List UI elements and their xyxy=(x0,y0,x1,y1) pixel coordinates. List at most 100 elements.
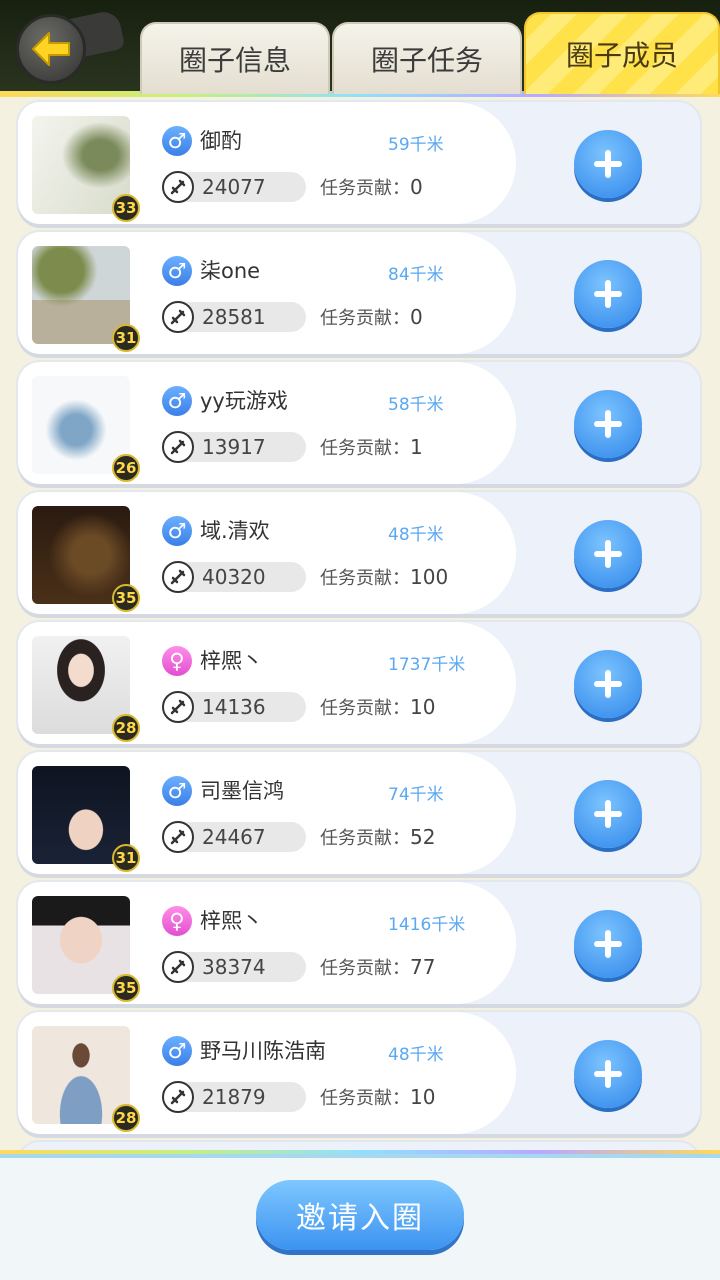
member-card[interactable]: 28 ♂ 野马川陈浩南 48千米 21879 任务贡献：10 xyxy=(18,1012,700,1134)
sword-icon xyxy=(162,301,194,333)
male-icon: ♂ xyxy=(162,516,192,546)
member-card[interactable]: 33 ♂ 御酌 59千米 24077 任务贡献：0 xyxy=(18,102,700,224)
sword-icon xyxy=(162,561,194,593)
level-badge: 28 xyxy=(112,1104,140,1132)
member-name: 司墨信鸿 xyxy=(200,779,284,803)
tab-circle-tasks[interactable]: 圈子任务 xyxy=(332,22,522,94)
member-distance: 48千米 xyxy=(388,1045,444,1065)
member-distance: 59千米 xyxy=(388,135,444,155)
female-icon: ♀ xyxy=(162,906,192,936)
member-distance: 1737千米 xyxy=(388,655,466,675)
plus-icon xyxy=(594,670,622,698)
back-button[interactable] xyxy=(14,8,126,88)
task-contribution: 任务贡献：10 xyxy=(320,1082,435,1114)
contribution-value: 0 xyxy=(410,305,423,329)
contribution-value: 52 xyxy=(410,825,436,849)
level-badge: 31 xyxy=(112,844,140,872)
male-icon: ♂ xyxy=(162,256,192,286)
member-name: 域.清欢 xyxy=(200,519,270,543)
tab-circle-members[interactable]: 圈子成员 xyxy=(524,12,720,94)
level-badge: 28 xyxy=(112,714,140,742)
add-friend-button[interactable] xyxy=(574,910,642,978)
member-name: 梓熈丶 xyxy=(200,649,263,673)
member-name: 梓熙丶 xyxy=(200,909,263,933)
contribution-value: 77 xyxy=(410,955,436,979)
male-icon: ♂ xyxy=(162,1036,192,1066)
contribution-value: 100 xyxy=(410,565,449,589)
add-friend-button[interactable] xyxy=(574,260,642,328)
task-contribution: 任务贡献：100 xyxy=(320,562,448,594)
add-friend-button[interactable] xyxy=(574,780,642,848)
male-icon: ♂ xyxy=(162,386,192,416)
member-distance: 74千米 xyxy=(388,785,444,805)
member-card[interactable]: 31 ♂ 司墨信鸿 74千米 24467 任务贡献：52 xyxy=(18,752,700,874)
member-score: 21879 xyxy=(202,1085,266,1109)
contribution-label: 任务贡献： xyxy=(320,958,410,979)
member-distance: 84千米 xyxy=(388,265,444,285)
sword-icon xyxy=(162,431,194,463)
contribution-label: 任务贡献： xyxy=(320,1088,410,1109)
member-card[interactable]: 35 ♂ 域.清欢 48千米 40320 任务贡献：100 xyxy=(18,492,700,614)
plus-icon xyxy=(594,410,622,438)
task-contribution: 任务贡献：10 xyxy=(320,692,435,724)
member-score: 38374 xyxy=(202,955,266,979)
tab-circle-info[interactable]: 圈子信息 xyxy=(140,22,330,94)
contribution-value: 10 xyxy=(410,1085,436,1109)
plus-icon xyxy=(594,1060,622,1088)
invite-button[interactable]: 邀请入圈 xyxy=(256,1180,464,1250)
add-friend-button[interactable] xyxy=(574,650,642,718)
member-score: 14136 xyxy=(202,695,266,719)
sword-icon xyxy=(162,171,194,203)
contribution-value: 0 xyxy=(410,175,423,199)
add-friend-button[interactable] xyxy=(574,130,642,198)
member-card[interactable]: 35 ♀ 梓熙丶 1416千米 38374 任务贡献：77 xyxy=(18,882,700,1004)
task-contribution: 任务贡献：52 xyxy=(320,822,435,854)
task-contribution: 任务贡献：1 xyxy=(320,432,423,464)
back-arrow-icon xyxy=(16,14,86,84)
member-name: 柒one xyxy=(200,259,261,283)
level-badge: 26 xyxy=(112,454,140,482)
contribution-label: 任务贡献： xyxy=(320,828,410,849)
member-score: 40320 xyxy=(202,565,266,589)
plus-icon xyxy=(594,930,622,958)
level-badge: 31 xyxy=(112,324,140,352)
plus-icon xyxy=(594,540,622,568)
male-icon: ♂ xyxy=(162,776,192,806)
level-badge: 35 xyxy=(112,584,140,612)
sword-icon xyxy=(162,821,194,853)
member-card[interactable]: 31 ♂ 柒one 84千米 28581 任务贡献：0 xyxy=(18,232,700,354)
contribution-label: 任务贡献： xyxy=(320,178,410,199)
plus-icon xyxy=(594,150,622,178)
sword-icon xyxy=(162,951,194,983)
level-badge: 35 xyxy=(112,974,140,1002)
male-icon: ♂ xyxy=(162,126,192,156)
female-icon: ♀ xyxy=(162,646,192,676)
sword-icon xyxy=(162,1081,194,1113)
contribution-label: 任务贡献： xyxy=(320,568,410,589)
contribution-value: 1 xyxy=(410,435,423,459)
level-badge: 33 xyxy=(112,194,140,222)
member-distance: 1416千米 xyxy=(388,915,466,935)
task-contribution: 任务贡献：77 xyxy=(320,952,435,984)
member-score: 28581 xyxy=(202,305,266,329)
member-card[interactable]: 28 ♀ 梓熈丶 1737千米 14136 任务贡献：10 xyxy=(18,622,700,744)
contribution-label: 任务贡献： xyxy=(320,438,410,459)
member-name: 御酌 xyxy=(200,129,242,153)
contribution-label: 任务贡献： xyxy=(320,698,410,719)
task-contribution: 任务贡献：0 xyxy=(320,172,423,204)
add-friend-button[interactable] xyxy=(574,520,642,588)
member-distance: 58千米 xyxy=(388,395,444,415)
task-contribution: 任务贡献：0 xyxy=(320,302,423,334)
sword-icon xyxy=(162,691,194,723)
member-distance: 48千米 xyxy=(388,525,444,545)
member-score: 24077 xyxy=(202,175,266,199)
member-card[interactable]: 26 ♂ yy玩游戏 58千米 13917 任务贡献：1 xyxy=(18,362,700,484)
member-score: 24467 xyxy=(202,825,266,849)
contribution-label: 任务贡献： xyxy=(320,308,410,329)
plus-icon xyxy=(594,800,622,828)
member-name: yy玩游戏 xyxy=(200,389,288,413)
member-score: 13917 xyxy=(202,435,266,459)
plus-icon xyxy=(594,280,622,308)
add-friend-button[interactable] xyxy=(574,390,642,458)
add-friend-button[interactable] xyxy=(574,1040,642,1108)
